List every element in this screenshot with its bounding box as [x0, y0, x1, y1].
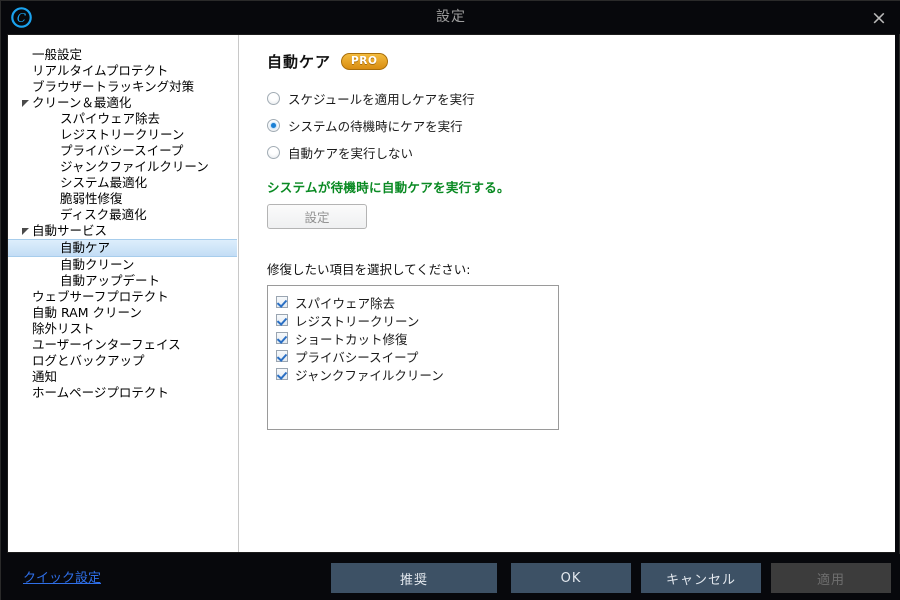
sidebar-item[interactable]: 自動クリーン — [8, 257, 238, 273]
sidebar-item[interactable]: ブラウザートラッキング対策 — [8, 79, 238, 95]
sidebar-item[interactable]: レジストリークリーン — [8, 127, 238, 143]
cancel-button[interactable]: キャンセル — [641, 563, 761, 593]
sidebar-item[interactable]: 通知 — [8, 369, 238, 385]
settings-button[interactable]: 設定 — [267, 204, 367, 229]
sidebar-item-label: プライバシースイープ — [60, 143, 184, 158]
checkbox-item[interactable]: レジストリークリーン — [276, 311, 558, 329]
title-bar: C 設定 × — [1, 1, 900, 34]
sidebar-item-label: レジストリークリーン — [60, 127, 185, 142]
tree-expanded-arrow-icon — [18, 227, 32, 236]
checkbox-checked-icon[interactable] — [276, 368, 288, 380]
sidebar-item[interactable]: 自動 RAM クリーン — [8, 305, 238, 321]
sidebar-item-label: スパイウェア除去 — [60, 111, 161, 126]
radio-option-label: システムの待機時にケアを実行 — [288, 119, 463, 134]
tree-expanded-arrow-icon — [18, 99, 32, 108]
sidebar-item-label: 自動 RAM クリーン — [32, 305, 142, 320]
sidebar-item-label: ウェブサーフプロテクト — [32, 289, 169, 304]
ok-button[interactable]: OK — [511, 563, 631, 593]
sidebar-item-label: クリーン＆最適化 — [32, 95, 132, 110]
checkbox-item-label: スパイウェア除去 — [295, 295, 396, 311]
repair-list-label: 修復したい項目を選択してください: — [267, 262, 471, 277]
checkbox-item[interactable]: ショートカット修復 — [276, 329, 558, 347]
sidebar-item-label: 自動アップデート — [60, 273, 161, 288]
sidebar-item[interactable]: ディスク最適化 — [8, 207, 238, 223]
sidebar-item-label: 自動ケア — [60, 240, 111, 255]
sidebar-item[interactable]: ホームページプロテクト — [8, 385, 238, 401]
checkbox-item[interactable]: ジャンクファイルクリーン — [276, 365, 558, 383]
sidebar-item[interactable]: 自動ケア — [8, 239, 237, 257]
sidebar-item-label: 自動サービス — [32, 223, 108, 238]
settings-tree[interactable]: 一般設定 リアルタイムプロテクト ブラウザートラッキング対策 クリーン＆最適化 スパイウ… — [8, 35, 238, 552]
recommend-button[interactable]: 推奨 — [331, 563, 497, 593]
sidebar-item-label: 自動クリーン — [60, 257, 135, 272]
radio-option-label: 自動ケアを実行しない — [288, 146, 414, 161]
sidebar-item[interactable]: 脆弱性修復 — [8, 191, 238, 207]
sidebar-item-label: ジャンクファイルクリーン — [60, 159, 209, 174]
sidebar-item-label: ユーザーインターフェイス — [32, 337, 181, 352]
quick-settings-link[interactable]: クイック設定 — [23, 567, 101, 586]
sidebar-item[interactable]: 一般設定 — [8, 47, 238, 63]
sidebar-item[interactable]: ユーザーインターフェイス — [8, 337, 238, 353]
sidebar-item-label: ホームページプロテクト — [32, 385, 169, 400]
checkbox-item[interactable]: スパイウェア除去 — [276, 293, 558, 311]
checkbox-checked-icon[interactable] — [276, 296, 288, 308]
checkbox-item[interactable]: プライバシースイープ — [276, 347, 558, 365]
sidebar-item-label: 通知 — [32, 369, 58, 384]
radio-option[interactable]: スケジュールを適用しケアを実行 — [267, 88, 895, 109]
repair-items-listbox[interactable]: スパイウェア除去レジストリークリーン ショートカット修復 プライバシースイープジャン… — [267, 285, 559, 430]
checkbox-item-label: ジャンクファイルクリーン — [295, 367, 444, 383]
sidebar-item[interactable]: リアルタイムプロテクト — [8, 63, 238, 79]
pane-header: 自動ケア PRO — [267, 51, 895, 72]
status-note: システムが待機時に自動ケアを実行する。 — [267, 180, 510, 195]
sidebar-item-label: ディスク最適化 — [60, 207, 147, 222]
checkbox-item-label: ショートカット修復 — [295, 331, 408, 347]
radio-option[interactable]: 自動ケアを実行しない — [267, 142, 895, 163]
checkbox-checked-icon[interactable] — [276, 350, 288, 362]
window-title: 設定 — [436, 9, 466, 25]
auto-care-pane: 自動ケア PRO スケジュールを適用しケアを実行 システムの待機時にケアを実行 自動… — [239, 35, 895, 552]
sidebar-item-label: 一般設定 — [32, 47, 83, 62]
sidebar-item-label: 除外リスト — [32, 321, 95, 336]
sidebar-item[interactable]: 自動アップデート — [8, 273, 238, 289]
sidebar-item-label: リアルタイムプロテクト — [32, 63, 169, 78]
checkbox-item-label: プライバシースイープ — [295, 349, 419, 365]
radio-option-label: スケジュールを適用しケアを実行 — [288, 92, 475, 107]
sidebar-item-label: システム最適化 — [60, 175, 148, 190]
radio-selected-icon[interactable] — [267, 119, 280, 132]
checkbox-item-label: レジストリークリーン — [295, 313, 420, 329]
checkbox-checked-icon[interactable] — [276, 314, 288, 326]
sidebar-item-label: 脆弱性修復 — [60, 191, 123, 206]
sidebar-item[interactable]: ジャンクファイルクリーン — [8, 159, 238, 175]
sidebar-item[interactable]: スパイウェア除去 — [8, 111, 238, 127]
radio-option[interactable]: システムの待機時にケアを実行 — [267, 115, 895, 136]
sidebar-item[interactable]: 除外リスト — [8, 321, 238, 337]
radio-unselected-icon[interactable] — [267, 146, 280, 159]
sidebar-item[interactable]: ウェブサーフプロテクト — [8, 289, 238, 305]
page-title: 自動ケア — [267, 53, 332, 71]
sidebar-item[interactable]: 自動サービス — [8, 223, 238, 239]
apply-button: 適用 — [771, 563, 891, 593]
care-mode-radio-group[interactable]: スケジュールを適用しケアを実行 システムの待機時にケアを実行 自動ケアを実行しない — [267, 88, 895, 163]
sidebar-item[interactable]: システム最適化 — [8, 175, 238, 191]
radio-unselected-icon[interactable] — [267, 92, 280, 105]
sidebar-item-label: ブラウザートラッキング対策 — [32, 79, 195, 94]
sidebar-item[interactable]: クリーン＆最適化 — [8, 95, 238, 111]
close-icon[interactable]: × — [863, 5, 895, 31]
checkbox-checked-icon[interactable] — [276, 332, 288, 344]
settings-window: C 設定 × 一般設定 リアルタイムプロテクト ブラウザートラッキング対策 クリーン＆… — [0, 0, 900, 600]
content-panel: 一般設定 リアルタイムプロテクト ブラウザートラッキング対策 クリーン＆最適化 スパイウ… — [7, 34, 895, 553]
sidebar-item-label: ログとバックアップ — [32, 353, 145, 368]
sidebar-item[interactable]: プライバシースイープ — [8, 143, 238, 159]
pro-badge: PRO — [341, 53, 388, 70]
sidebar-item[interactable]: ログとバックアップ — [8, 353, 238, 369]
